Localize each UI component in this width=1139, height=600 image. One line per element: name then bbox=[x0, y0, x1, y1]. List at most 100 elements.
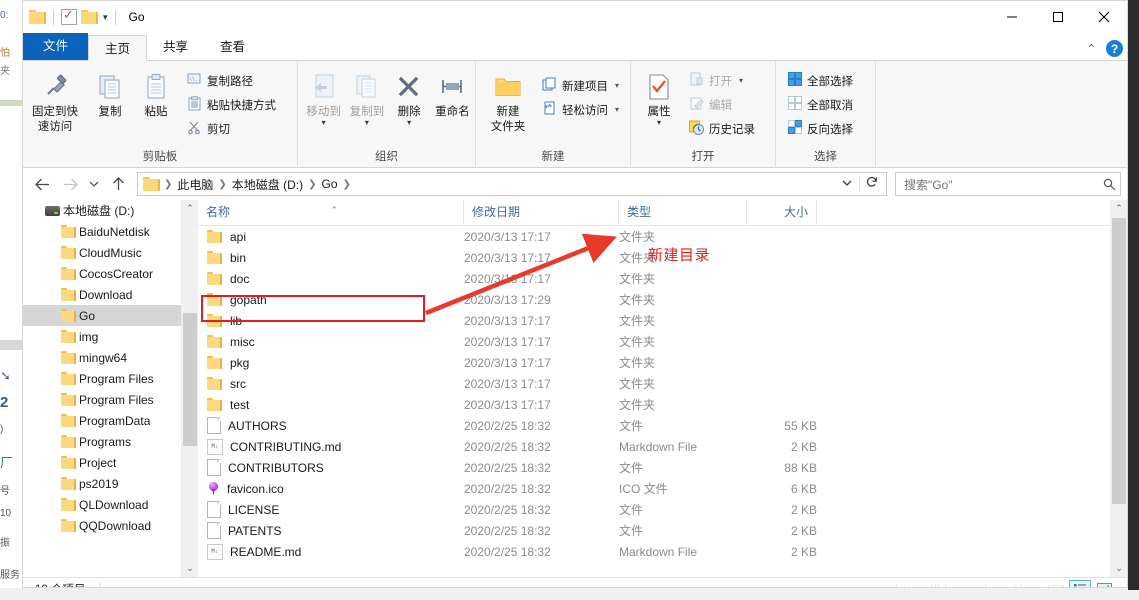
tab-file[interactable]: 文件 bbox=[23, 33, 89, 60]
copy-to-button[interactable]: 复制到 ▾ bbox=[345, 67, 388, 127]
thumbnail-view-button[interactable] bbox=[1093, 580, 1115, 587]
new-folder-icon[interactable] bbox=[81, 10, 98, 24]
help-icon[interactable]: ? bbox=[1106, 40, 1123, 57]
sidebar-item-qldownload[interactable]: QLDownload bbox=[23, 494, 181, 515]
properties-button[interactable]: 属性 ▾ bbox=[637, 67, 681, 127]
sidebar-item-baidunetdisk[interactable]: BaiduNetdisk bbox=[23, 221, 181, 242]
scroll-down-arrow-icon[interactable]: ⌄ bbox=[1111, 560, 1127, 577]
table-row[interactable]: src 2020/3/13 17:17 文件夹 bbox=[198, 373, 1110, 394]
tab-home[interactable]: 主页 bbox=[88, 35, 148, 61]
breadcrumb-item-1[interactable]: 本地磁盘 (D:) bbox=[229, 176, 306, 193]
table-row[interactable]: LICENSE 2020/2/25 18:32 文件 2 KB bbox=[198, 499, 1110, 520]
table-row[interactable]: test 2020/3/13 17:17 文件夹 bbox=[198, 394, 1110, 415]
tab-share[interactable]: 共享 bbox=[147, 34, 204, 60]
chevron-down-icon[interactable]: ▾ bbox=[365, 119, 369, 127]
scroll-down-arrow-icon[interactable]: ⌄ bbox=[182, 560, 198, 577]
table-row[interactable]: M↓ README.md 2020/2/25 18:32 Markdown File 2… bbox=[198, 541, 1110, 562]
table-row[interactable]: doc 2020/3/13 17:17 文件夹 bbox=[198, 268, 1110, 289]
copy-button[interactable]: 复制 bbox=[87, 67, 133, 120]
invert-selection-button[interactable]: 反向选择 bbox=[784, 118, 857, 139]
navigation-scrollbar[interactable]: ⌃ ⌄ bbox=[181, 200, 198, 577]
sidebar-item-cocoscreator[interactable]: CocosCreator bbox=[23, 263, 181, 284]
chevron-down-icon[interactable] bbox=[835, 179, 859, 190]
table-row[interactable]: gopath 2020/3/13 17:29 文件夹 bbox=[198, 289, 1110, 310]
chevron-down-icon[interactable]: ▾ bbox=[407, 119, 411, 127]
cut-button[interactable]: 剪切 bbox=[183, 118, 280, 139]
minimize-button[interactable] bbox=[989, 1, 1035, 33]
open-button[interactable]: 打开 ▾ bbox=[685, 70, 759, 91]
column-header-type[interactable]: 类型 bbox=[619, 200, 747, 225]
table-row[interactable]: pkg 2020/3/13 17:17 文件夹 bbox=[198, 352, 1110, 373]
sidebar-item-img[interactable]: img bbox=[23, 326, 181, 347]
paste-shortcut-button[interactable]: 粘贴快捷方式 bbox=[183, 94, 280, 115]
recent-locations-button[interactable] bbox=[85, 172, 103, 196]
table-row[interactable]: lib 2020/3/13 17:17 文件夹 bbox=[198, 310, 1110, 331]
sidebar-item-mingw64[interactable]: mingw64 bbox=[23, 347, 181, 368]
table-row[interactable]: CONTRIBUTORS 2020/2/25 18:32 文件 88 KB bbox=[198, 457, 1110, 478]
breadcrumb-item-0[interactable]: 此电脑 bbox=[174, 176, 216, 193]
sidebar-item-qqdownload[interactable]: QQDownload bbox=[23, 515, 181, 536]
breadcrumb[interactable]: ❯ 此电脑 ❯ 本地磁盘 (D:) ❯ Go ❯ bbox=[137, 172, 887, 196]
easy-access-button[interactable]: 轻松访问 ▾ bbox=[538, 99, 623, 120]
scroll-thumb[interactable] bbox=[1112, 218, 1126, 504]
paste-button[interactable]: 粘贴 bbox=[133, 67, 179, 120]
column-header-date[interactable]: 修改日期 bbox=[464, 200, 619, 225]
table-row[interactable]: misc 2020/3/13 17:17 文件夹 bbox=[198, 331, 1110, 352]
breadcrumb-separator[interactable]: ❯ bbox=[341, 179, 353, 190]
refresh-icon[interactable] bbox=[859, 176, 884, 192]
column-header-size[interactable]: 大小 bbox=[747, 200, 817, 225]
chevron-down-icon[interactable]: ▾ bbox=[322, 119, 326, 127]
new-folder-button[interactable]: 新建 文件夹 bbox=[482, 67, 534, 135]
sidebar-item-program-files[interactable]: Program Files bbox=[23, 368, 181, 389]
table-row[interactable]: AUTHORS 2020/2/25 18:32 文件 55 KB bbox=[198, 415, 1110, 436]
delete-button[interactable]: 删除 ▾ bbox=[389, 67, 430, 127]
details-view-button[interactable] bbox=[1069, 579, 1091, 587]
table-row[interactable]: favicon.ico 2020/2/25 18:32 ICO 文件 6 KB bbox=[198, 478, 1110, 499]
chevron-down-icon[interactable]: ▾ bbox=[615, 105, 619, 114]
search-input[interactable]: 搜索"Go" bbox=[895, 172, 1121, 196]
column-header-name[interactable]: ⌃ 名称 bbox=[198, 200, 464, 225]
chevron-down-icon[interactable]: ▾ bbox=[657, 119, 661, 127]
chevron-down-icon[interactable]: ▾ bbox=[739, 76, 743, 85]
pin-to-quick-access-button[interactable]: 固定到快 速访问 bbox=[23, 67, 87, 135]
maximize-button[interactable] bbox=[1035, 1, 1081, 33]
sidebar-item-cloudmusic[interactable]: CloudMusic bbox=[23, 242, 181, 263]
scroll-up-arrow-icon[interactable]: ⌃ bbox=[1111, 200, 1127, 217]
scroll-up-arrow-icon[interactable]: ⌃ bbox=[182, 200, 198, 217]
new-item-button[interactable]: 新建项目 ▾ bbox=[538, 75, 623, 96]
sidebar-item-go[interactable]: Go bbox=[23, 305, 181, 326]
sidebar-item-programs[interactable]: Programs bbox=[23, 431, 181, 452]
sidebar-item-label: CocosCreator bbox=[79, 266, 154, 281]
breadcrumb-separator[interactable]: ❯ bbox=[216, 179, 228, 190]
forward-button[interactable] bbox=[57, 172, 83, 196]
sidebar-item-download[interactable]: Download bbox=[23, 284, 181, 305]
properties-icon[interactable] bbox=[61, 7, 77, 25]
scroll-thumb[interactable] bbox=[183, 313, 197, 446]
folder-icon[interactable] bbox=[29, 10, 46, 24]
history-button[interactable]: 历史记录 bbox=[685, 118, 759, 139]
close-button[interactable] bbox=[1081, 1, 1127, 33]
back-button[interactable] bbox=[29, 172, 55, 196]
search-icon[interactable] bbox=[1103, 178, 1116, 191]
copy-path-button[interactable]: \\.. 复制路径 bbox=[183, 70, 280, 91]
select-none-button[interactable]: 全部取消 bbox=[784, 94, 857, 115]
rename-button[interactable]: 重命名 bbox=[430, 67, 475, 120]
sidebar-item-ps2019[interactable]: ps2019 bbox=[23, 473, 181, 494]
chevron-down-icon[interactable]: ▾ bbox=[103, 12, 108, 23]
table-row[interactable]: PATENTS 2020/2/25 18:32 文件 2 KB bbox=[198, 520, 1110, 541]
select-all-button[interactable]: 全部选择 bbox=[784, 70, 857, 91]
file-list-scrollbar[interactable]: ⌃ ⌄ bbox=[1110, 200, 1127, 577]
sidebar-item-program-files[interactable]: Program Files bbox=[23, 389, 181, 410]
chevron-up-icon[interactable]: ⌃ bbox=[1087, 42, 1096, 55]
chevron-down-icon[interactable]: ▾ bbox=[615, 81, 619, 90]
move-to-button[interactable]: 移动到 ▾ bbox=[302, 67, 345, 127]
breadcrumb-item-2[interactable]: Go bbox=[319, 177, 341, 191]
sidebar-item-d[interactable]: 本地磁盘 (D:) bbox=[23, 200, 181, 221]
sidebar-item-programdata[interactable]: ProgramData bbox=[23, 410, 181, 431]
tab-view[interactable]: 查看 bbox=[204, 34, 261, 60]
edit-button[interactable]: 编辑 bbox=[685, 94, 759, 115]
up-button[interactable] bbox=[105, 172, 131, 196]
table-row[interactable]: M↓ CONTRIBUTING.md 2020/2/25 18:32 Markdown… bbox=[198, 436, 1110, 457]
sidebar-item-project[interactable]: Project bbox=[23, 452, 181, 473]
breadcrumb-separator[interactable]: ❯ bbox=[306, 179, 318, 190]
